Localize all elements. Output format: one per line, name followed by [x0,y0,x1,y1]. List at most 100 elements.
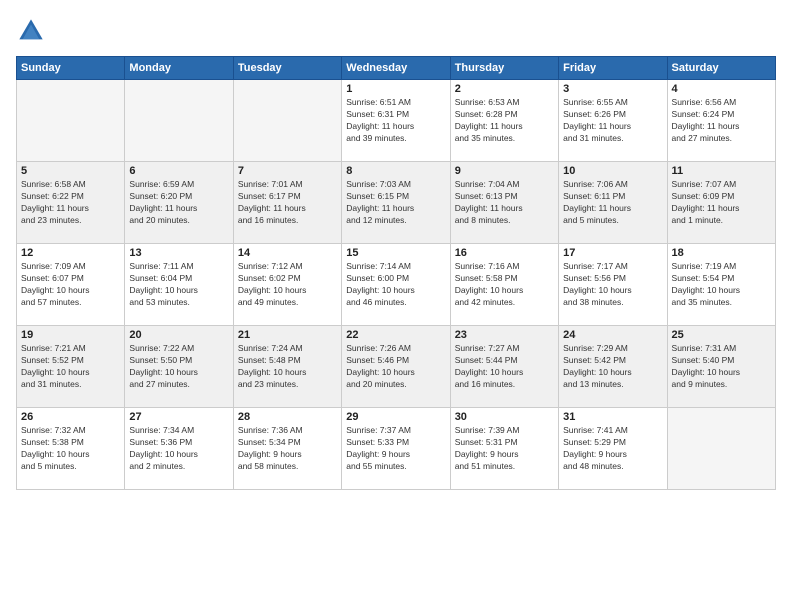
calendar-cell: 16 Sunrise: 7:16 AM Sunset: 5:58 PM Dayli… [450,244,558,326]
day-info: Sunrise: 7:12 AM Sunset: 6:02 PM Dayligh… [238,261,337,309]
day-info: Sunrise: 6:51 AM Sunset: 6:31 PM Dayligh… [346,97,445,145]
day-info: Sunrise: 6:58 AM Sunset: 6:22 PM Dayligh… [21,179,120,227]
day-info: Sunrise: 7:31 AM Sunset: 5:40 PM Dayligh… [672,343,771,391]
calendar-cell: 28Sunrise: 7:36 AM Sunset: 5:34 PM Dayli… [233,408,341,490]
day-number: 5 [21,165,120,177]
day-info: Sunrise: 6:59 AM Sunset: 6:20 PM Dayligh… [129,179,228,227]
week-row-5: 26 Sunrise: 7:32 AM Sunset: 5:38 PM Dayli… [17,408,776,490]
day-info: Sunrise: 7:17 AM Sunset: 5:56 PM Dayligh… [563,261,662,309]
calendar-cell: 23Sunrise: 7:27 AM Sunset: 5:44 PM Dayli… [450,326,558,408]
day-info: Sunrise: 7:39 AM Sunset: 5:31 PM Dayligh… [455,425,554,473]
calendar-cell: 22 Sunrise: 7:26 AM Sunset: 5:46 PM Dayli… [342,326,450,408]
calendar-cell: 30 Sunrise: 7:39 AM Sunset: 5:31 PM Dayli… [450,408,558,490]
day-number: 29 [346,411,445,423]
calendar-cell: 1 Sunrise: 6:51 AM Sunset: 6:31 PM Daylig… [342,80,450,162]
day-info: Sunrise: 7:04 AM Sunset: 6:13 PM Dayligh… [455,179,554,227]
day-number: 26 [21,411,120,423]
day-info: Sunrise: 6:55 AM Sunset: 6:26 PM Dayligh… [563,97,662,145]
day-number: 14 [238,247,337,259]
weekday-header-saturday: Saturday [667,57,775,80]
calendar-cell: 5 Sunrise: 6:58 AM Sunset: 6:22 PM Daylig… [17,162,125,244]
calendar-cell: 31Sunrise: 7:41 AM Sunset: 5:29 PM Dayli… [559,408,667,490]
day-number: 30 [455,411,554,423]
day-number: 1 [346,83,445,95]
day-number: 16 [455,247,554,259]
day-number: 22 [346,329,445,341]
day-info: Sunrise: 7:11 AM Sunset: 6:04 PM Dayligh… [129,261,228,309]
week-row-1: 1 Sunrise: 6:51 AM Sunset: 6:31 PM Daylig… [17,80,776,162]
weekday-header-monday: Monday [125,57,233,80]
calendar-cell: 17 Sunrise: 7:17 AM Sunset: 5:56 PM Dayli… [559,244,667,326]
calendar-cell: 4 Sunrise: 6:56 AM Sunset: 6:24 PM Daylig… [667,80,775,162]
weekday-header-thursday: Thursday [450,57,558,80]
week-row-4: 19 Sunrise: 7:21 AM Sunset: 5:52 PM Dayli… [17,326,776,408]
day-number: 2 [455,83,554,95]
day-info: Sunrise: 7:29 AM Sunset: 5:42 PM Dayligh… [563,343,662,391]
day-number: 15 [346,247,445,259]
day-number: 31 [563,411,662,423]
calendar-cell: 9 Sunrise: 7:04 AM Sunset: 6:13 PM Daylig… [450,162,558,244]
calendar-cell: 26 Sunrise: 7:32 AM Sunset: 5:38 PM Dayli… [17,408,125,490]
calendar-cell: 6 Sunrise: 6:59 AM Sunset: 6:20 PM Daylig… [125,162,233,244]
day-number: 25 [672,329,771,341]
day-info: Sunrise: 7:37 AM Sunset: 5:33 PM Dayligh… [346,425,445,473]
day-number: 13 [129,247,228,259]
day-number: 6 [129,165,228,177]
day-number: 7 [238,165,337,177]
day-info: Sunrise: 7:36 AM Sunset: 5:34 PM Dayligh… [238,425,337,473]
day-info: Sunrise: 7:03 AM Sunset: 6:15 PM Dayligh… [346,179,445,227]
day-info: Sunrise: 6:56 AM Sunset: 6:24 PM Dayligh… [672,97,771,145]
weekday-header-row: SundayMondayTuesdayWednesdayThursdayFrid… [17,57,776,80]
day-number: 9 [455,165,554,177]
calendar-cell: 7Sunrise: 7:01 AM Sunset: 6:17 PM Daylig… [233,162,341,244]
day-number: 17 [563,247,662,259]
calendar-cell: 15 Sunrise: 7:14 AM Sunset: 6:00 PM Dayli… [342,244,450,326]
day-info: Sunrise: 7:07 AM Sunset: 6:09 PM Dayligh… [672,179,771,227]
calendar-cell: 27Sunrise: 7:34 AM Sunset: 5:36 PM Dayli… [125,408,233,490]
logo-icon [16,16,46,46]
day-number: 8 [346,165,445,177]
day-info: Sunrise: 7:24 AM Sunset: 5:48 PM Dayligh… [238,343,337,391]
day-info: Sunrise: 6:53 AM Sunset: 6:28 PM Dayligh… [455,97,554,145]
day-info: Sunrise: 7:22 AM Sunset: 5:50 PM Dayligh… [129,343,228,391]
calendar: SundayMondayTuesdayWednesdayThursdayFrid… [16,56,776,490]
day-number: 24 [563,329,662,341]
weekday-header-friday: Friday [559,57,667,80]
day-number: 3 [563,83,662,95]
day-info: Sunrise: 7:14 AM Sunset: 6:00 PM Dayligh… [346,261,445,309]
calendar-cell: 12Sunrise: 7:09 AM Sunset: 6:07 PM Dayli… [17,244,125,326]
day-info: Sunrise: 7:06 AM Sunset: 6:11 PM Dayligh… [563,179,662,227]
calendar-cell [125,80,233,162]
day-number: 12 [21,247,120,259]
calendar-cell: 20Sunrise: 7:22 AM Sunset: 5:50 PM Dayli… [125,326,233,408]
day-number: 18 [672,247,771,259]
day-info: Sunrise: 7:16 AM Sunset: 5:58 PM Dayligh… [455,261,554,309]
week-row-2: 5 Sunrise: 6:58 AM Sunset: 6:22 PM Daylig… [17,162,776,244]
day-info: Sunrise: 7:21 AM Sunset: 5:52 PM Dayligh… [21,343,120,391]
week-row-3: 12Sunrise: 7:09 AM Sunset: 6:07 PM Dayli… [17,244,776,326]
weekday-header-tuesday: Tuesday [233,57,341,80]
weekday-header-wednesday: Wednesday [342,57,450,80]
calendar-cell: 21 Sunrise: 7:24 AM Sunset: 5:48 PM Dayli… [233,326,341,408]
day-info: Sunrise: 7:32 AM Sunset: 5:38 PM Dayligh… [21,425,120,473]
calendar-cell: 11 Sunrise: 7:07 AM Sunset: 6:09 PM Dayli… [667,162,775,244]
calendar-cell: 14 Sunrise: 7:12 AM Sunset: 6:02 PM Dayli… [233,244,341,326]
day-number: 10 [563,165,662,177]
calendar-cell: 8 Sunrise: 7:03 AM Sunset: 6:15 PM Daylig… [342,162,450,244]
day-info: Sunrise: 7:19 AM Sunset: 5:54 PM Dayligh… [672,261,771,309]
day-number: 27 [129,411,228,423]
calendar-cell [17,80,125,162]
day-info: Sunrise: 7:26 AM Sunset: 5:46 PM Dayligh… [346,343,445,391]
calendar-cell: 19 Sunrise: 7:21 AM Sunset: 5:52 PM Dayli… [17,326,125,408]
calendar-cell: 13 Sunrise: 7:11 AM Sunset: 6:04 PM Dayli… [125,244,233,326]
weekday-header-sunday: Sunday [17,57,125,80]
day-number: 4 [672,83,771,95]
day-number: 19 [21,329,120,341]
calendar-cell: 2 Sunrise: 6:53 AM Sunset: 6:28 PM Daylig… [450,80,558,162]
calendar-cell: 18 Sunrise: 7:19 AM Sunset: 5:54 PM Dayli… [667,244,775,326]
day-number: 21 [238,329,337,341]
day-number: 11 [672,165,771,177]
calendar-cell [233,80,341,162]
calendar-cell: 3 Sunrise: 6:55 AM Sunset: 6:26 PM Daylig… [559,80,667,162]
calendar-cell: 29 Sunrise: 7:37 AM Sunset: 5:33 PM Dayli… [342,408,450,490]
